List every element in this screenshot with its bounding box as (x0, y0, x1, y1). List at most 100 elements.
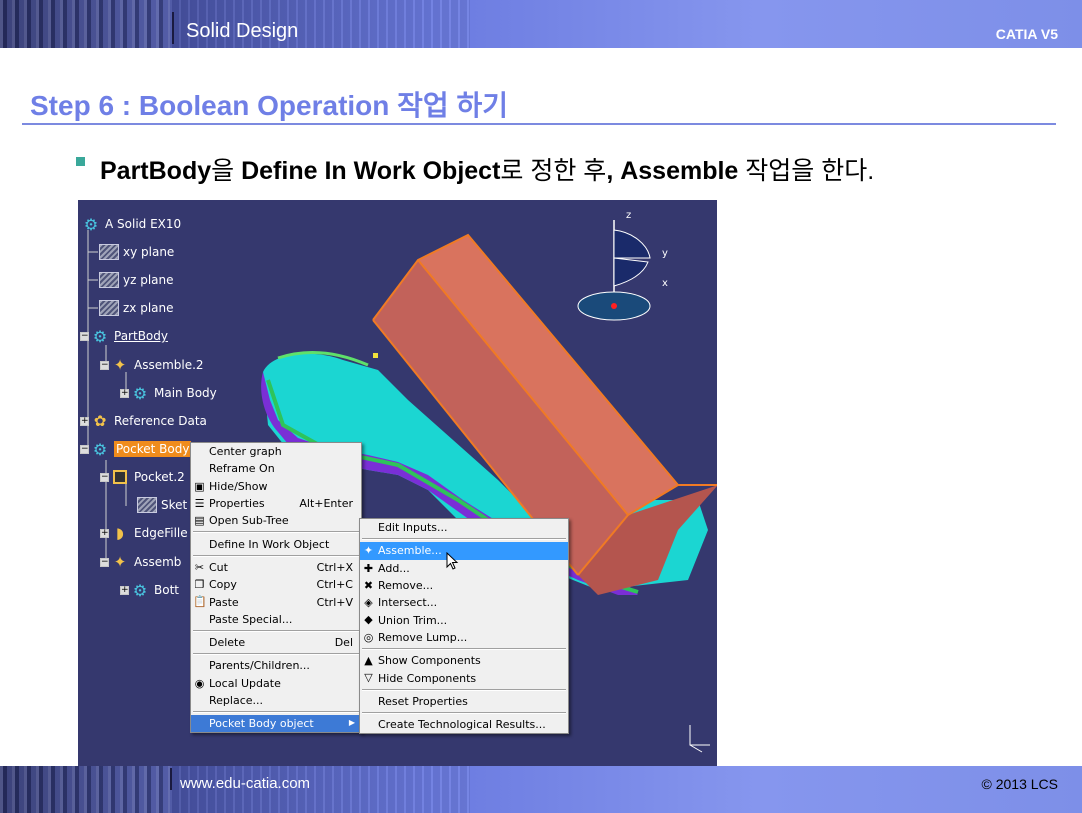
shortcut: Alt+Enter (299, 497, 353, 511)
menu-item-remove-lump[interactable]: ◎ Remove Lump... (360, 629, 568, 646)
tree-item-yz-plane[interactable]: yz plane (98, 270, 174, 290)
body-icon: ⚙ (92, 439, 108, 459)
tree-item-assemble[interactable]: − ✦ Assemb (100, 552, 181, 572)
tree-item-reference-data[interactable]: + ✿ Reference Data (80, 411, 207, 431)
collapse-toggle[interactable]: − (80, 444, 89, 454)
collapse-toggle[interactable]: − (80, 331, 89, 341)
assemble-icon: ✦ (113, 356, 127, 374)
catia-viewport[interactable]: z y x ⚙ A Solid EX10 xy plane yz plane z… (78, 200, 717, 766)
menu-label: Paste (209, 595, 239, 609)
menu-label: Paste Special... (209, 612, 293, 626)
shortcut: Ctrl+X (316, 560, 353, 574)
compass-y-label: y (662, 248, 668, 259)
collapse-toggle[interactable]: − (100, 360, 109, 370)
union-trim-icon: ◆ (364, 613, 373, 627)
tree-item-zx-plane[interactable]: zx plane (98, 298, 174, 318)
menu-item-paste[interactable]: 📋 Paste Ctrl+V (191, 593, 361, 610)
menu-label: Remove... (378, 579, 434, 593)
menu-item-open-subtree[interactable]: ▤ Open Sub-Tree (191, 512, 361, 529)
tree-item-pocket-2[interactable]: − Pocket.2 (100, 467, 185, 487)
menu-item-parents-children[interactable]: Parents/Children... (191, 657, 361, 674)
tree-item-bottom[interactable]: + ⚙ Bott (120, 580, 179, 600)
menu-item-pocket-body-object[interactable]: Pocket Body object ▶ (191, 715, 361, 733)
title-rule (22, 123, 1056, 125)
menu-label: Define In Work Object (209, 537, 330, 551)
expand-toggle[interactable]: + (100, 528, 109, 538)
scissors-icon: ✂ (194, 560, 205, 574)
context-menu: Center graph Reframe On ▣ Hide/Show ☰ Prop… (190, 442, 362, 734)
tree-item-xy-plane[interactable]: xy plane (98, 242, 174, 262)
tree-label: Assemb (134, 555, 182, 569)
menu-item-delete[interactable]: Delete Del (191, 634, 361, 651)
footer-pattern (0, 766, 170, 813)
hide-show-icon: ▣ (194, 479, 205, 493)
menu-item-properties[interactable]: ☰ Properties Alt+Enter (191, 495, 361, 512)
remove-lump-icon: ◎ (363, 630, 374, 644)
menu-item-remove[interactable]: ✖ Remove... (360, 577, 568, 594)
menu-item-replace[interactable]: Replace... (191, 692, 361, 709)
menu-item-show-components[interactable]: ▲ Show Components (360, 652, 568, 669)
menu-label: Reframe On (209, 462, 275, 476)
footer-divider (170, 768, 172, 790)
footer-copyright: © 2013 LCS (981, 776, 1058, 792)
menu-item-hide-components[interactable]: ▽ Hide Components (360, 669, 568, 686)
menu-item-reframe-on[interactable]: Reframe On (191, 460, 361, 477)
menu-item-center-graph[interactable]: Center graph (191, 443, 361, 460)
collapse-toggle[interactable]: − (100, 472, 109, 482)
header-product: CATIA V5 (995, 26, 1058, 42)
bullet-bold-2: Define In Work Object (241, 157, 501, 185)
expand-toggle[interactable]: + (80, 416, 89, 426)
menu-item-copy[interactable]: ❐ Copy Ctrl+C (191, 576, 361, 593)
reference-icon: ✿ (93, 412, 107, 430)
tree-item-sketch[interactable]: Sket (136, 495, 187, 515)
menu-item-cut[interactable]: ✂ Cut Ctrl+X (191, 559, 361, 576)
body-icon: ⚙ (92, 326, 108, 346)
menu-label: Cut (209, 560, 228, 574)
tree-item-main-body[interactable]: + ⚙ Main Body (120, 383, 217, 403)
menu-item-create-tech-results[interactable]: Create Technological Results... (360, 716, 568, 733)
menu-label: Pocket Body object (209, 717, 314, 731)
menu-item-hide-show[interactable]: ▣ Hide/Show (191, 478, 361, 495)
paste-icon: 📋 (193, 595, 207, 609)
compass (577, 220, 651, 321)
assemble-icon: ✦ (363, 544, 374, 558)
plane-icon (98, 298, 120, 318)
tree-item-partbody[interactable]: − ⚙ PartBody (80, 326, 168, 346)
hide-components-icon: ▽ (364, 671, 373, 685)
bullet-text-1: 을 (211, 157, 242, 185)
plane-icon (98, 242, 120, 262)
expand-toggle[interactable]: + (120, 388, 129, 398)
menu-item-local-update[interactable]: ◉ Local Update (191, 675, 361, 692)
menu-item-union-trim[interactable]: ◆ Union Trim... (360, 611, 568, 628)
remove-icon: ✖ (363, 578, 374, 592)
tree-item-assemble-2[interactable]: − ✦ Assemble.2 (100, 355, 204, 375)
tree-label: Assemble.2 (134, 358, 204, 372)
tree-item-edgefillet[interactable]: + ◗ EdgeFille (100, 523, 188, 543)
menu-item-intersect[interactable]: ◈ Intersect... (360, 594, 568, 611)
body-icon: ⚙ (132, 580, 148, 600)
part-icon: ⚙ (83, 214, 99, 234)
menu-item-paste-special[interactable]: Paste Special... (191, 611, 361, 628)
tree-item-pocket-body[interactable]: − ⚙ Pocket Body (80, 439, 192, 459)
tree-label: zx plane (123, 301, 174, 315)
menu-item-edit-inputs[interactable]: Edit Inputs... (360, 519, 568, 536)
expand-toggle[interactable]: + (120, 585, 129, 595)
menu-item-reset-properties[interactable]: Reset Properties (360, 693, 568, 710)
tree-root[interactable]: ⚙ A Solid EX10 (80, 214, 181, 234)
menu-item-define-in-work-object[interactable]: Define In Work Object (191, 535, 361, 552)
menu-label: Local Update (209, 676, 281, 690)
footer-url: www.edu-catia.com (180, 775, 311, 792)
intersect-icon: ◈ (364, 596, 373, 610)
submenu: Edit Inputs... ✦ Assemble... ✚ Add... ✖ Rem… (359, 518, 569, 735)
collapse-toggle[interactable]: − (100, 557, 109, 567)
menu-label: Create Technological Results... (378, 718, 546, 732)
tree-label: Pocket.2 (134, 470, 185, 484)
menu-label: Parents/Children... (209, 659, 310, 673)
header-divider (172, 12, 174, 44)
menu-item-add[interactable]: ✚ Add... (360, 560, 568, 577)
copy-icon: ❐ (194, 578, 205, 592)
menu-label: Delete (209, 636, 246, 650)
menu-item-assemble[interactable]: ✦ Assemble... (360, 542, 568, 560)
menu-label: Assemble... (378, 544, 442, 558)
header-pattern (0, 0, 170, 48)
